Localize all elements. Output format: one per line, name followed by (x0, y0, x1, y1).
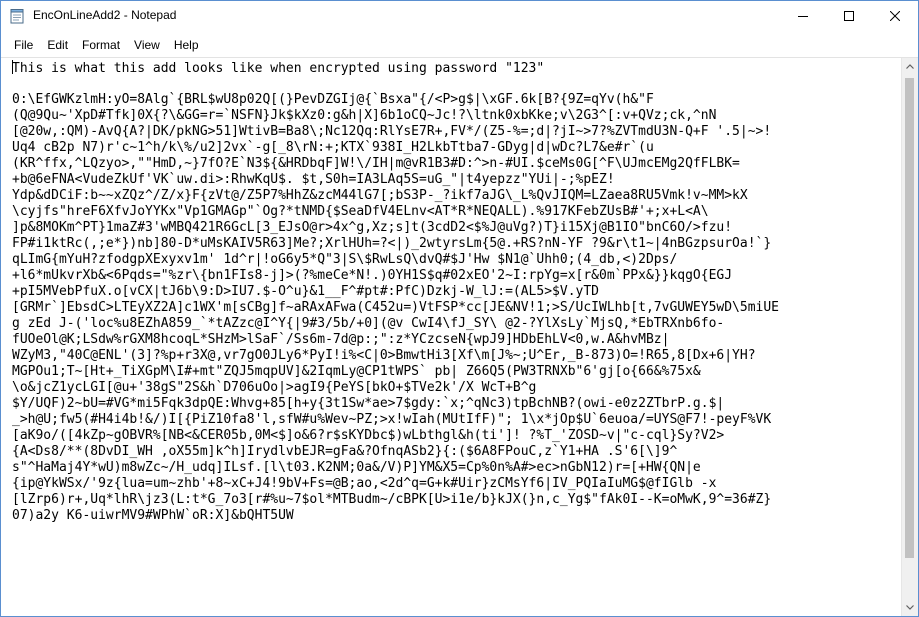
text-line: [@20w,:QM)-AvQ{A?|DK/pkNG>51]WtivB=Ba8\;… (12, 124, 772, 139)
text-line-content: This is what this add looks like when en… (12, 61, 545, 76)
notepad-window: EncOnLineAdd2 - Notepad File Edit Format… (0, 0, 919, 617)
text-line: WZyM3,"40C@ENL'(3]?%p+r3X@,vr7gO0JLy6*Py… (12, 348, 756, 363)
text-line: {ip@YkWSx/'9z{lua=um~zhb'+8~xC+J4!9bV+Fs… (12, 476, 717, 491)
menu-help[interactable]: Help (167, 36, 206, 54)
text-line: ]p&8MOKm^PT}1maZ#3'wMBQ421R6GcL[3_EJsO@r… (12, 220, 733, 235)
minimize-button[interactable] (780, 1, 826, 31)
menu-view[interactable]: View (127, 36, 167, 54)
text-line: +b@6eFNA<VudeZkUf'VK`uw.di>:RhwKqU$. $t,… (12, 172, 615, 187)
text-line (12, 76, 901, 92)
close-button[interactable] (872, 1, 918, 31)
maximize-icon (844, 11, 854, 21)
text-line: [lZrp6)r+,Uq*lhR\jz3(L:t*G_7o3[r#%u~7$ol… (12, 492, 772, 507)
text-line: [aK9o/([4kZp~gOBVR%[NB<&CER05b,0M<$]o&6?… (12, 428, 725, 443)
menu-file[interactable]: File (7, 36, 40, 54)
text-line: $Y/UQF)2~bU=#VG*mi5Fqk3dpQE:Whvg+85[h+y{… (12, 396, 725, 411)
editor-area[interactable]: This is what this add looks like when en… (1, 57, 918, 616)
text-line: Uq4 cB2p N7)r'c~1^h/k\%/u2]2vx`-g[_8\rN:… (12, 140, 654, 155)
text-line: (Q@9Qu~'XpD#Tfk]0X{?\&GG=r=`NSFN}Jk$kXz0… (12, 108, 717, 123)
close-icon (890, 11, 900, 21)
text-line: {A<Ds8/**(8DvDI_WH ,oX55m]k^h]IrydlvbEJR… (12, 444, 678, 459)
document-text[interactable]: This is what this add looks like when en… (1, 58, 901, 616)
text-line: g zEd J-('loc%u8EZhA859_`*tAZzc@I^Y{|9#3… (12, 316, 725, 331)
minimize-icon (798, 16, 808, 17)
window-title: EncOnLineAdd2 - Notepad (33, 8, 177, 22)
scroll-down-button[interactable] (902, 599, 918, 616)
notepad-app-icon[interactable] (9, 8, 25, 24)
chevron-up-icon (906, 64, 914, 69)
text-line: Ydp&dDCiF:b~~xZQz^/Z/x}F{zVt@/Z5P7%HhZ&z… (12, 188, 748, 203)
text-line: qLImG{mYuH?zfodgpXExyxv1m' 1d^r|!oG6y5*Q… (12, 252, 678, 267)
scroll-up-button[interactable] (902, 58, 918, 75)
text-line: \o&jcZ1ycLGI[@u+'38gS"2S&h`D706uOo|>agI9… (12, 380, 537, 395)
text-line: +pI5MVebPfuX.o[vCX|tJ6b\9:D>IU7.$-O^u}&1… (12, 284, 599, 299)
text-line: [GRMr`]EbsdC>LTEyXZ2A]c1WX'm[sCBg]f~aRAx… (12, 300, 780, 315)
text-line: This is what this add looks like when en… (12, 60, 901, 76)
vertical-scrollbar[interactable] (901, 58, 918, 616)
text-line: (KR^ffx,^LQzyo>,""HmD,~}7fO?E`N3${&HRDbq… (12, 156, 740, 171)
text-line: FP#i1ktRc(,;e*})nb]80-D*uMsKAIV5R63]Me?;… (12, 236, 772, 251)
text-line: fUOeOl@K;LSdw%rGXM8hcoqL*SHzM>lSaF`/Ss6m… (12, 332, 670, 347)
menu-edit[interactable]: Edit (40, 36, 75, 54)
text-line: +l6*mUkvrXb&<6Pqds="%zr\{bn1FIs8-j]>(?%m… (12, 268, 733, 283)
text-line: \cyjfs"hreF6XfvJoYYKx"Vp1GMAGp"`Og?*tNMD… (12, 204, 709, 219)
text-line: 0:\EfGWKzlmH:yO=8Alg`{BRL$wU8p02Q[(}PevD… (12, 92, 654, 107)
menu-bar: File Edit Format View Help (1, 34, 918, 56)
text-line: s"^HaMaj4Y*wU)m8wZc~/H_udq]ILsf.[l\t03.K… (12, 460, 701, 475)
title-bar[interactable]: EncOnLineAdd2 - Notepad (1, 1, 918, 31)
scroll-thumb[interactable] (905, 78, 914, 558)
menu-format[interactable]: Format (75, 36, 127, 54)
maximize-button[interactable] (826, 1, 872, 31)
text-line: 07)a2y K6-uiwrMV9#WPhW`oR:X]&bQHT5UW (12, 508, 294, 523)
chevron-down-icon (906, 605, 914, 610)
text-line: MGPOu1;T~[Ht+_TiXGpM\I#+mt"ZQJ5mqpUV]&2I… (12, 364, 701, 379)
text-line: _>h@U;fw5(#H4i4b!&/)I[{PiZ10fa8'l,sfW#u%… (12, 412, 772, 427)
